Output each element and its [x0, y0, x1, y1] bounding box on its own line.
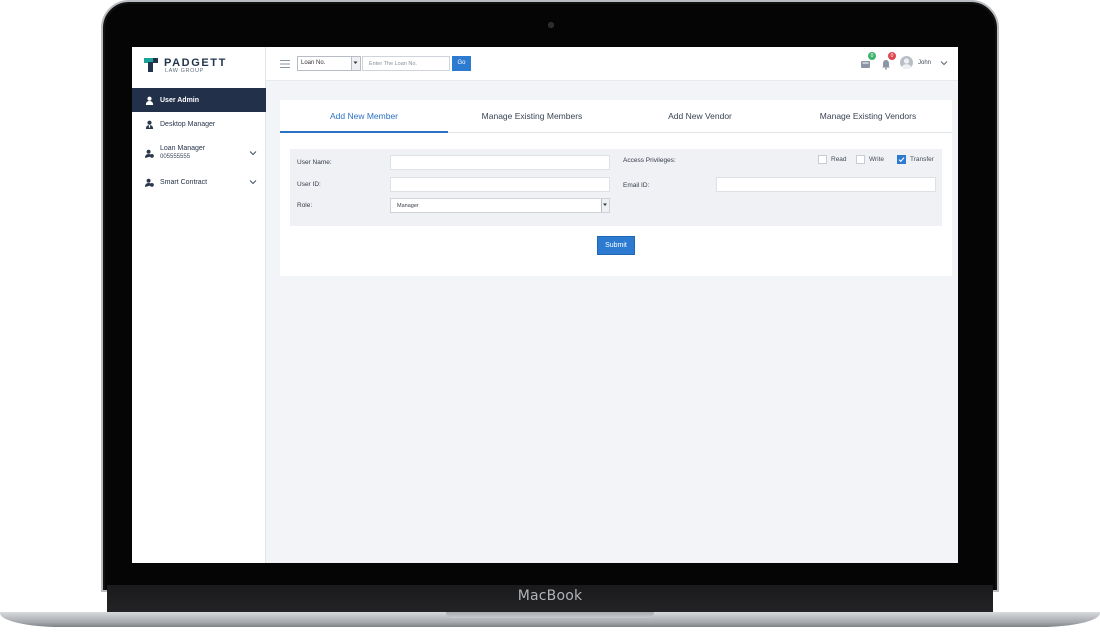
laptop-notch — [446, 612, 654, 618]
email-id-label: Email ID: — [623, 182, 650, 189]
top-bar: Loan No. Enter The Loan No. Go 0 0 John — [266, 47, 958, 81]
tab-manage-existing-members[interactable]: Manage Existing Members — [448, 100, 616, 132]
sidebar-item-desktop-manager[interactable]: Desktop Manager — [132, 112, 266, 136]
submit-button[interactable]: Submit — [597, 236, 635, 255]
tab-add-new-member[interactable]: Add New Member — [280, 100, 448, 133]
camera-icon — [548, 22, 554, 28]
access-privileges-label: Access Privileges: — [623, 157, 676, 164]
logo-mark-icon — [144, 58, 158, 72]
loan-type-value: Loan No. — [301, 60, 326, 66]
caret-down-icon — [601, 199, 609, 212]
menu-icon[interactable] — [280, 60, 290, 68]
loan-number-input[interactable]: Enter The Loan No. — [362, 56, 450, 71]
sidebar-item-label: User Admin — [160, 96, 200, 104]
sidebar-item-label: Loan Manager — [160, 145, 206, 152]
user-name-field[interactable] — [390, 155, 610, 170]
role-label: Role: — [297, 202, 313, 209]
write-checkbox[interactable] — [856, 155, 865, 164]
read-label: Read — [831, 156, 847, 163]
chevron-down-icon[interactable] — [249, 178, 257, 186]
tab-bar: Add New Member Manage Existing Members A… — [280, 100, 952, 133]
email-id-field[interactable] — [716, 177, 936, 192]
bell-icon[interactable]: 0 — [880, 52, 896, 70]
app-screen: PADGETT LAW GROUP User Admin Desktop Man… — [132, 47, 958, 563]
role-value: Manager — [397, 203, 419, 209]
sidebar-item-loan-manager[interactable]: Loan Manager 005555555 — [132, 136, 266, 170]
sidebar-item-label: Desktop Manager — [160, 120, 216, 128]
user-id-label: User ID: — [297, 181, 321, 188]
caret-down-icon — [351, 57, 360, 70]
sidebar: PADGETT LAW GROUP User Admin Desktop Man… — [132, 47, 266, 563]
manager-icon — [144, 119, 154, 129]
user-icon — [144, 95, 154, 105]
sidebar-item-smart-contract[interactable]: Smart Contract — [132, 170, 266, 194]
role-select[interactable]: Manager — [390, 198, 610, 213]
user-name[interactable]: John — [918, 60, 931, 66]
tab-add-new-vendor[interactable]: Add New Vendor — [616, 100, 784, 132]
tab-manage-existing-vendors[interactable]: Manage Existing Vendors — [784, 100, 952, 132]
transfer-label: Transfer — [910, 156, 934, 163]
messages-icon[interactable]: 0 — [860, 52, 876, 69]
go-button[interactable]: Go — [452, 56, 471, 71]
loan-type-select[interactable]: Loan No. — [297, 56, 361, 71]
alerts-badge: 0 — [888, 52, 896, 60]
avatar[interactable] — [900, 56, 913, 69]
sidebar-item-label: Smart Contract — [160, 178, 208, 186]
chevron-down-icon[interactable] — [940, 60, 948, 66]
logo-subtitle: LAW GROUP — [165, 68, 204, 74]
member-form: User Name: User ID: Role: Manager Access… — [290, 149, 942, 226]
check-icon — [898, 157, 905, 163]
messages-badge: 0 — [868, 52, 876, 60]
transfer-checkbox[interactable] — [897, 155, 906, 164]
member-card: Add New Member Manage Existing Members A… — [280, 100, 952, 276]
sidebar-item-user-admin[interactable]: User Admin — [132, 88, 266, 112]
user-name-label: User Name: — [297, 159, 332, 166]
device-brand-label: MacBook — [517, 588, 583, 604]
chevron-down-icon[interactable] — [249, 149, 257, 157]
logo[interactable]: PADGETT LAW GROUP — [144, 57, 254, 75]
loan-icon — [144, 148, 154, 158]
user-id-field[interactable] — [390, 177, 610, 192]
read-checkbox[interactable] — [818, 155, 827, 164]
contract-icon — [144, 177, 154, 187]
loan-number: 005555555 — [160, 154, 191, 160]
sidebar-nav: User Admin Desktop Manager Loan Manager … — [132, 88, 266, 194]
write-label: Write — [869, 156, 885, 163]
